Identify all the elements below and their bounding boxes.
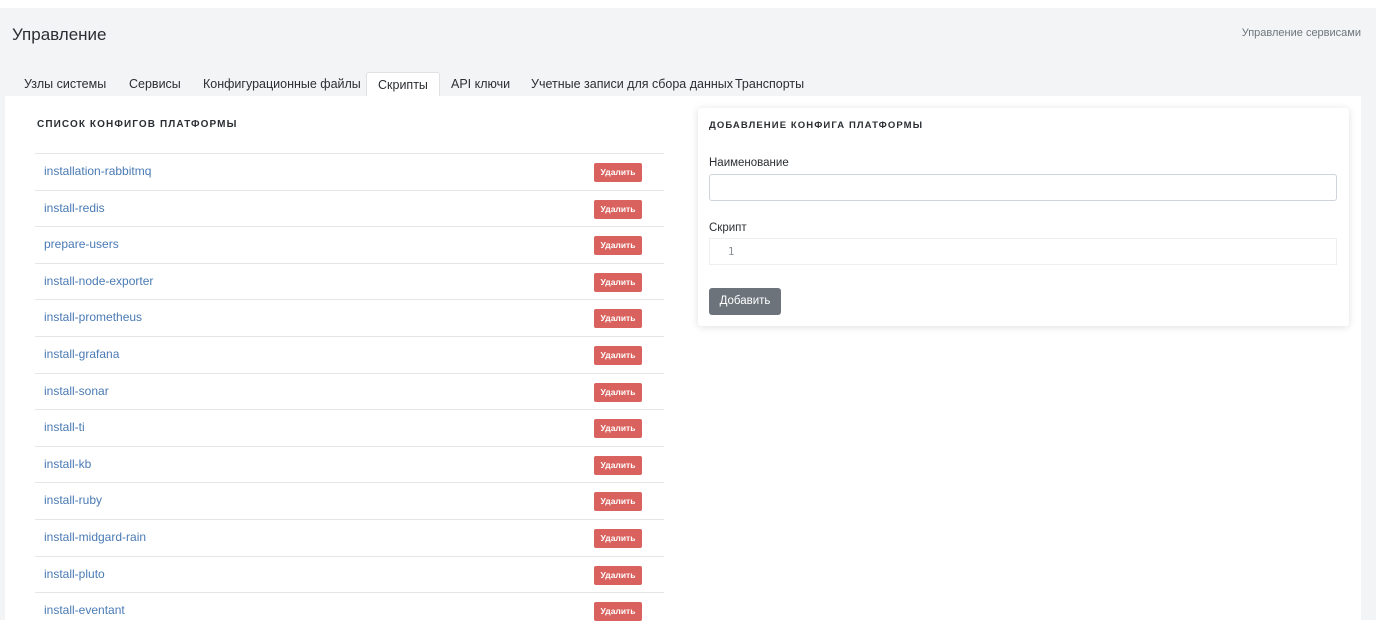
delete-button[interactable]: Удалить: [594, 528, 642, 548]
config-link[interactable]: install-midgard-rain: [44, 530, 146, 544]
name-label: Наименование: [709, 157, 789, 169]
config-link[interactable]: install-node-exporter: [44, 274, 153, 288]
tabs-bar: Узлы системы Сервисы Конфигурационные фа…: [0, 62, 1376, 96]
config-list: installation-rabbitmq Удалить install-redi…: [35, 153, 664, 629]
delete-button[interactable]: Удалить: [594, 309, 642, 329]
tab-scripts[interactable]: Скрипты: [366, 72, 440, 96]
script-editor[interactable]: 1: [709, 238, 1337, 265]
add-config-title: ДОБАВЛЕНИЕ КОНФИГА ПЛАТФОРМЫ: [709, 120, 924, 131]
delete-button[interactable]: Удалить: [594, 492, 642, 512]
list-item: install-ruby Удалить: [35, 482, 664, 519]
script-label: Скрипт: [709, 222, 747, 234]
page-header: Управление Управление сервисами: [0, 8, 1376, 62]
delete-button[interactable]: Удалить: [594, 565, 642, 585]
list-item: install-kb Удалить: [35, 445, 664, 483]
delete-button[interactable]: Удалить: [594, 455, 642, 475]
tab-services[interactable]: Сервисы: [118, 72, 192, 96]
config-link[interactable]: install-grafana: [44, 347, 119, 361]
delete-button[interactable]: Удалить: [594, 236, 642, 256]
config-link[interactable]: install-ruby: [44, 493, 102, 507]
add-config-card: ДОБАВЛЕНИЕ КОНФИГА ПЛАТФОРМЫ Наименовани…: [698, 108, 1349, 326]
list-item: installation-rabbitmq Удалить: [35, 153, 664, 190]
frame-right: [1361, 96, 1376, 620]
delete-button[interactable]: Удалить: [594, 163, 642, 182]
delete-button[interactable]: Удалить: [594, 199, 642, 219]
config-link[interactable]: install-eventant: [44, 603, 125, 617]
config-link[interactable]: install-redis: [44, 201, 105, 215]
config-link[interactable]: install-sonar: [44, 384, 109, 398]
name-input[interactable]: [709, 174, 1337, 201]
tab-nodes[interactable]: Узлы системы: [13, 72, 117, 96]
delete-button[interactable]: Удалить: [594, 602, 642, 622]
tab-config-files[interactable]: Конфигурационные файлы: [192, 72, 372, 96]
line-number: 1: [728, 246, 735, 258]
list-item: install-eventant Удалить: [35, 592, 664, 629]
delete-button[interactable]: Удалить: [594, 382, 642, 402]
breadcrumb[interactable]: Управление сервисами: [1242, 27, 1361, 39]
config-link[interactable]: installation-rabbitmq: [44, 164, 151, 178]
list-item: install-pluto Удалить: [35, 555, 664, 593]
config-link[interactable]: prepare-users: [44, 237, 119, 251]
list-item: install-prometheus Удалить: [35, 299, 664, 336]
list-item: install-redis Удалить: [35, 189, 664, 227]
tab-transports[interactable]: Транспорты: [724, 72, 815, 96]
list-item: install-ti Удалить: [35, 409, 664, 446]
delete-button[interactable]: Удалить: [594, 419, 642, 439]
list-item: install-grafana Удалить: [35, 335, 664, 373]
config-link[interactable]: install-pluto: [44, 567, 105, 581]
add-button[interactable]: Добавить: [709, 288, 781, 315]
delete-button[interactable]: Удалить: [594, 345, 642, 365]
list-item: install-node-exporter Удалить: [35, 262, 664, 300]
tab-api-keys[interactable]: API ключи: [440, 72, 521, 96]
config-link[interactable]: install-prometheus: [44, 310, 142, 324]
page-title: Управление: [12, 25, 107, 44]
list-item: install-sonar Удалить: [35, 372, 664, 410]
list-item: install-midgard-rain Удалить: [35, 518, 664, 556]
list-item: prepare-users Удалить: [35, 226, 664, 263]
config-link[interactable]: install-ti: [44, 420, 85, 434]
tab-data-accounts[interactable]: Учетные записи для сбора данных: [520, 72, 744, 96]
config-list-title: СПИСОК КОНФИГОВ ПЛАТФОРМЫ: [37, 119, 238, 130]
delete-button[interactable]: Удалить: [594, 272, 642, 292]
config-link[interactable]: install-kb: [44, 457, 91, 471]
